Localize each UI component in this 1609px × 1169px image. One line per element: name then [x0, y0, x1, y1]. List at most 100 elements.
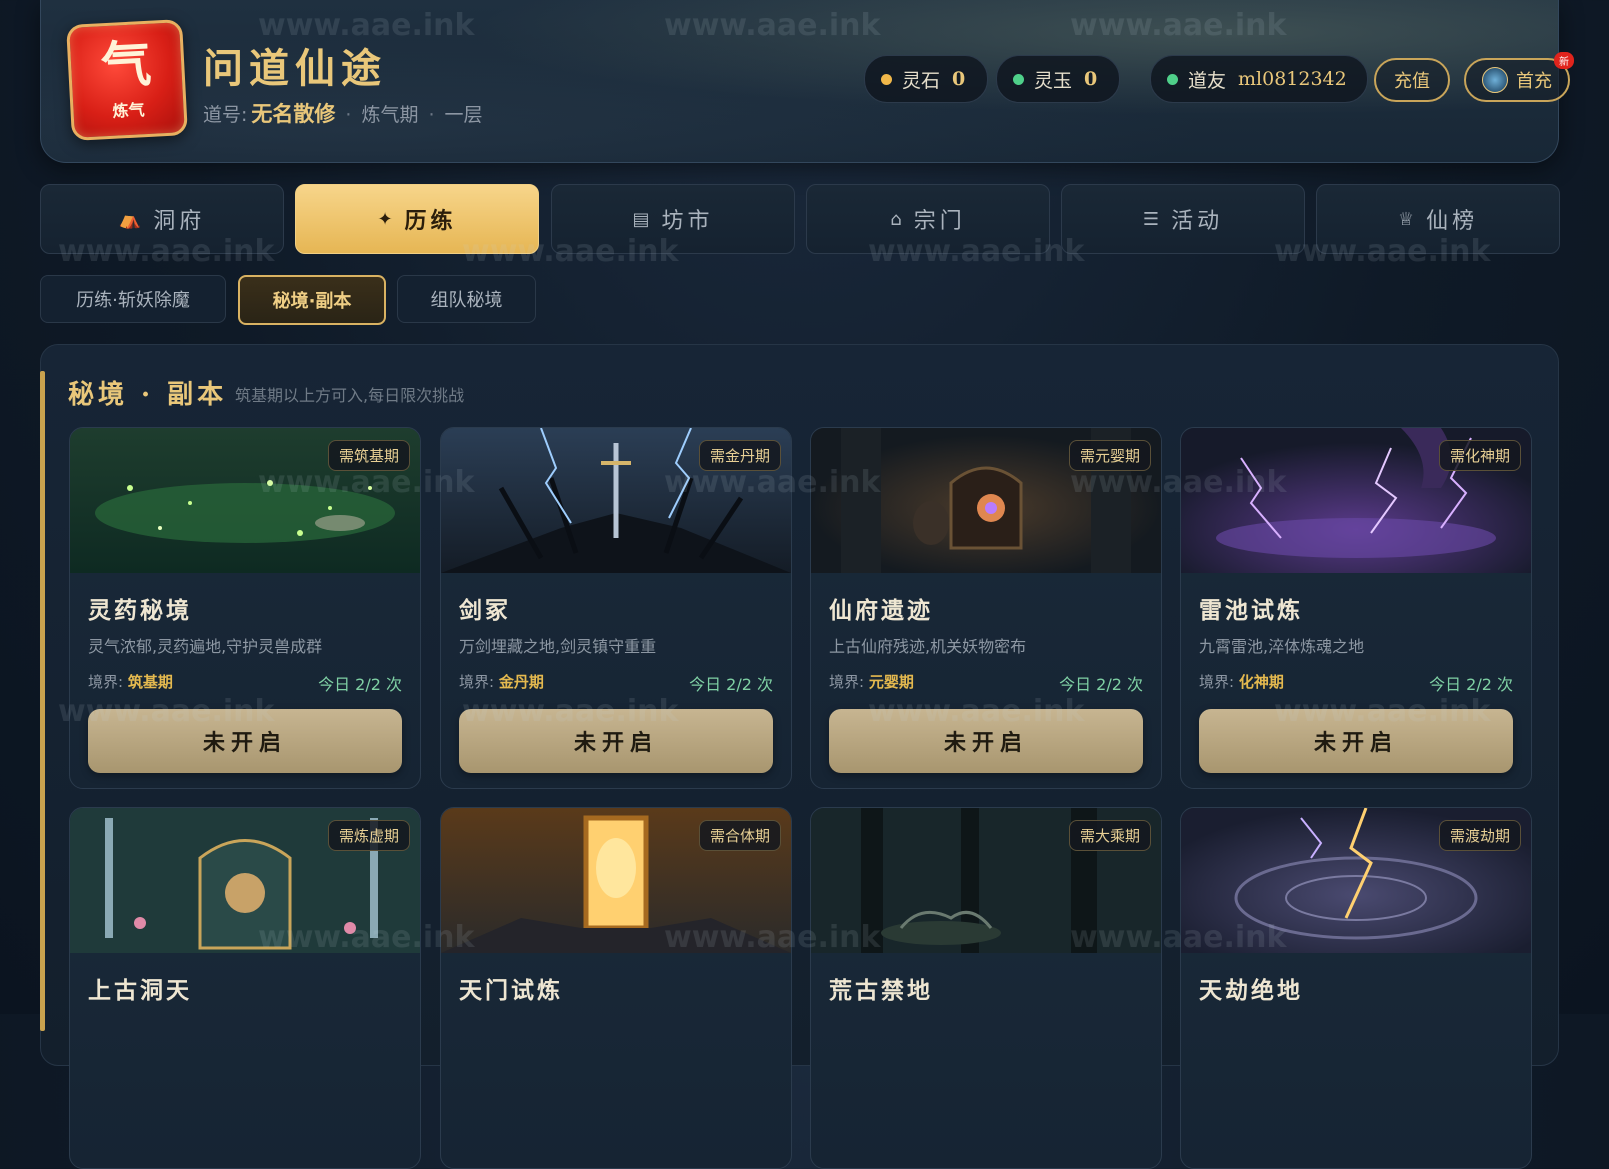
header-panel: 气 炼气 问道仙途 道号: 无名散修 · 炼气期 · 一层 灵石 0 灵玉 0 道友 ml…	[40, 0, 1574, 163]
dungeon-name: 荒古禁地	[829, 977, 933, 1004]
dungeon-description: 灵气浓郁,灵药遍地,守护灵兽成群	[88, 637, 323, 656]
tab-label: 宗门	[913, 209, 966, 234]
lingyu-dot-icon	[1013, 73, 1024, 85]
tab-huodong[interactable]: ☰ 活动	[1061, 184, 1305, 254]
realm-requirement-tag: 需炼虚期	[327, 820, 410, 851]
realm-requirement-tag: 需渡劫期	[1438, 820, 1521, 851]
realm-value: 元婴期	[868, 673, 914, 691]
level-text: 一层	[444, 104, 483, 126]
dungeon-name: 天门试炼	[459, 977, 563, 1004]
tab-label: 洞府	[153, 209, 206, 234]
realm-label: 境界:	[88, 673, 124, 691]
subtab-mijing[interactable]: 秘境·副本	[238, 275, 386, 325]
new-badge: 新	[1554, 52, 1574, 69]
dungeon-card: 需筑基期 灵药秘境 灵气浓郁,灵药遍地,守护灵兽成群 境界: 筑基期 今日 2/…	[69, 427, 421, 789]
realm-requirement-tag: 需化神期	[1438, 440, 1521, 471]
daily-attempts: 今日 2/2 次	[318, 675, 402, 694]
tab-dongfu[interactable]: ⛺ 洞府	[40, 184, 284, 254]
daily-attempts: 今日 2/2 次	[689, 675, 773, 694]
realm-requirement-tag: 需金丹期	[698, 440, 781, 471]
enter-dungeon-button[interactable]: 未开启	[829, 709, 1143, 773]
enter-dungeon-button[interactable]: 未开启	[88, 709, 402, 773]
list-icon: ☰	[1142, 208, 1160, 230]
stage-text: 炼气期	[361, 104, 419, 126]
realm-info: 境界: 金丹期	[459, 671, 544, 692]
daohao-label: 道号:	[203, 104, 248, 126]
dungeon-card: 需化神期 雷池试炼 九霄雷池,淬体炼魂之地 境界: 化神期 今日 2/2 次 未…	[1180, 427, 1532, 789]
lingshi-label: 灵石	[902, 69, 941, 92]
first-recharge-icon	[1482, 67, 1508, 93]
realm-info: 境界: 筑基期	[88, 671, 173, 692]
sparkle-icon: ✦	[377, 208, 393, 230]
dungeon-card: 需合体期 天门试炼	[440, 807, 792, 1169]
dungeon-name: 仙府遗迹	[829, 597, 933, 624]
lingshi-dot-icon	[881, 73, 892, 85]
realm-value: 化神期	[1238, 673, 1284, 691]
lingshi-value: 0	[952, 68, 966, 90]
section-accent-bar	[40, 371, 45, 1031]
player-info: 道号: 无名散修 · 炼气期 · 一层	[203, 98, 483, 128]
subtab-zhanyao[interactable]: 历练·斩妖除魔	[40, 275, 226, 323]
realm-logo: 气 炼气	[66, 19, 188, 141]
logo-realm-label: 炼气	[112, 100, 146, 121]
tab-label: 历练	[404, 209, 457, 234]
dungeon-card: 需元婴期 仙府遗迹 上古仙府残迹,机关妖物密布 境界: 元婴期 今日 2/2 次…	[810, 427, 1162, 789]
dungeon-card: 需渡劫期 天劫绝地	[1180, 807, 1532, 1169]
logo-glyph: 气	[99, 33, 153, 96]
realm-requirement-tag: 需元婴期	[1068, 440, 1151, 471]
tab-zongmen[interactable]: ⌂ 宗门	[806, 184, 1050, 254]
separator-dot: ·	[345, 104, 352, 126]
realm-requirement-tag: 需大乘期	[1068, 820, 1151, 851]
dungeon-description: 九霄雷池,淬体炼魂之地	[1199, 637, 1365, 656]
dungeon-name: 上古洞天	[88, 977, 192, 1004]
subtab-zudui[interactable]: 组队秘境	[397, 275, 536, 323]
realm-label: 境界:	[459, 673, 495, 691]
dungeon-name: 天劫绝地	[1199, 977, 1303, 1004]
dungeon-description: 万剑埋藏之地,剑灵镇守重重	[459, 637, 657, 656]
realm-label: 境界:	[1199, 673, 1235, 691]
realm-label: 境界:	[829, 673, 865, 691]
realm-info: 境界: 化神期	[1199, 671, 1284, 692]
realm-value: 金丹期	[498, 673, 544, 691]
realm-requirement-tag: 需合体期	[698, 820, 781, 851]
enter-dungeon-button[interactable]: 未开启	[1199, 709, 1513, 773]
tab-label: 仙榜	[1426, 209, 1479, 234]
user-id: ml0812342	[1238, 68, 1347, 90]
realm-value: 筑基期	[127, 673, 173, 691]
app-title: 问道仙途	[203, 45, 387, 92]
daily-attempts: 今日 2/2 次	[1059, 675, 1143, 694]
realm-requirement-tag: 需筑基期	[327, 440, 410, 471]
section-description: 筑基期以上方可入,每日限次挑战	[235, 386, 465, 405]
enter-dungeon-button[interactable]: 未开启	[459, 709, 773, 773]
dungeon-card: 需炼虚期 上古洞天	[69, 807, 421, 1169]
dungeon-name: 灵药秘境	[88, 597, 192, 624]
tab-xianbang[interactable]: ♕ 仙榜	[1316, 184, 1560, 254]
lingyu-value: 0	[1084, 68, 1098, 90]
trophy-icon: ♕	[1397, 208, 1415, 230]
recharge-button[interactable]: 充值	[1374, 58, 1450, 102]
first-recharge-button[interactable]: 首充 新	[1464, 52, 1574, 102]
section-title: 秘境 · 副本	[68, 380, 228, 410]
user-pill[interactable]: 道友 ml0812342	[1150, 55, 1368, 103]
tab-label: 坊市	[661, 209, 714, 234]
lingshi-counter: 灵石 0	[864, 55, 988, 103]
dungeon-card: 需金丹期 剑冢 万剑埋藏之地,剑灵镇守重重 境界: 金丹期 今日 2/2 次 未…	[440, 427, 792, 789]
first-recharge-label: 首充	[1516, 71, 1552, 92]
shop-icon: ▤	[632, 208, 650, 230]
cave-icon: ⛺	[118, 208, 142, 230]
daohao-value: 无名散修	[251, 101, 336, 126]
tab-label: 活动	[1171, 209, 1224, 234]
dungeon-description: 上古仙府残迹,机关妖物密布	[829, 637, 1027, 656]
home-icon: ⌂	[890, 208, 902, 230]
daily-attempts: 今日 2/2 次	[1429, 675, 1513, 694]
tab-fangshi[interactable]: ▤ 坊市	[551, 184, 795, 254]
realm-info: 境界: 元婴期	[829, 671, 914, 692]
user-label: 道友	[1188, 69, 1227, 92]
separator-dot: ·	[428, 104, 435, 126]
lingyu-counter: 灵玉 0	[996, 55, 1120, 103]
dungeon-name: 雷池试炼	[1199, 597, 1303, 624]
dungeon-card: 需大乘期 荒古禁地	[810, 807, 1162, 1169]
tab-lilian[interactable]: ✦ 历练	[295, 184, 539, 254]
online-status-icon	[1167, 73, 1178, 85]
dungeon-name: 剑冢	[459, 597, 511, 624]
